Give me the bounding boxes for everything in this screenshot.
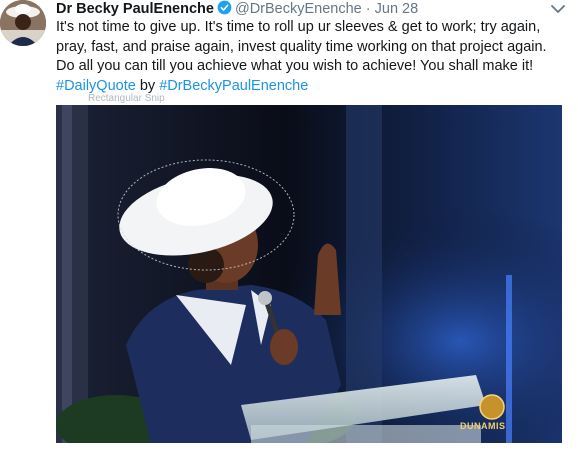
tweet-body: It's not time to give up. It's time to r… [56, 19, 547, 74]
tweet-photo[interactable]: DUNAMIS [56, 105, 562, 443]
author-name[interactable]: Dr Becky PaulEnenche [56, 1, 214, 17]
tweet-date[interactable]: Jun 28 [375, 1, 419, 17]
rectangular-snip-label: Rectangular Snip [86, 93, 167, 104]
tweet-text: It's not time to give up. It's time to r… [56, 18, 568, 96]
hashtag-daily-quote[interactable]: #DailyQuote [56, 78, 136, 94]
chevron-down-icon[interactable] [550, 2, 566, 14]
verified-badge-icon [217, 0, 232, 20]
tweet-header: Dr Becky PaulEnenche @DrBeckyEnenche · Ju… [56, 0, 418, 18]
avatar[interactable] [0, 0, 46, 46]
dunamis-watermark: DUNAMIS [460, 421, 506, 431]
separator-dot: · [365, 1, 371, 17]
author-handle[interactable]: @DrBeckyEnenche [235, 1, 362, 17]
tweet: Dr Becky PaulEnenche @DrBeckyEnenche · Ju… [0, 0, 578, 459]
hashtag-author[interactable]: #DrBeckyPaulEnenche [159, 78, 308, 94]
by-word: by [139, 77, 156, 94]
